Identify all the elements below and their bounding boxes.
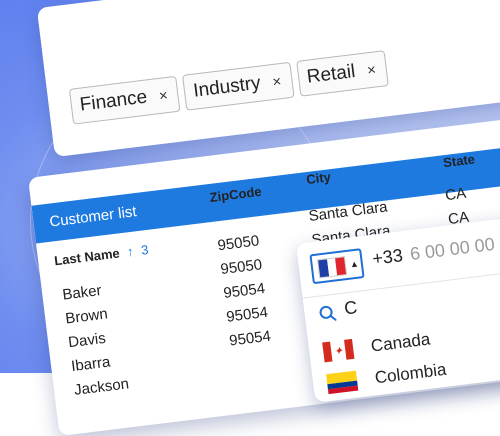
cell-zipcode: 95050 bbox=[219, 256, 264, 279]
tag-list: Finance × Industry × Retail × bbox=[68, 50, 389, 125]
list-title: Customer list bbox=[48, 203, 138, 231]
cell-zipcode: 95054 bbox=[222, 280, 266, 302]
column-label: Last Name bbox=[53, 245, 121, 269]
tag-industry[interactable]: Industry × bbox=[182, 61, 295, 111]
sort-arrow-icon: ↓ bbox=[337, 167, 346, 184]
cell-zipcode: 95054 bbox=[228, 327, 272, 350]
cell-state: CA bbox=[444, 184, 468, 205]
remove-tag-icon[interactable]: × bbox=[366, 61, 377, 79]
caret-up-icon: ▲ bbox=[349, 258, 360, 270]
column-header-last-name[interactable]: Last Name ↑ 3 bbox=[53, 242, 149, 268]
search-icon bbox=[318, 304, 339, 329]
country-search-input[interactable]: C bbox=[343, 297, 358, 319]
sort-arrow-icon: ↑ bbox=[126, 243, 135, 260]
phone-number-input[interactable]: 6 00 00 00 00 bbox=[409, 231, 500, 265]
dial-code: +33 bbox=[371, 245, 404, 269]
cell-last-name: Brown bbox=[64, 305, 109, 328]
country-name: Canada bbox=[369, 329, 432, 356]
column-label: City bbox=[305, 169, 332, 188]
canada-flag-icon: ✦ bbox=[322, 338, 355, 363]
sort-order: 3 bbox=[140, 241, 150, 258]
cell-zipcode: 95050 bbox=[216, 232, 261, 255]
country-name: Colombia bbox=[373, 359, 448, 388]
tag-label: Finance bbox=[78, 86, 149, 116]
colombia-flag-icon bbox=[326, 370, 359, 395]
remove-tag-icon[interactable]: × bbox=[158, 86, 169, 104]
tag-label: Industry bbox=[192, 72, 262, 102]
tag-label: Retail bbox=[305, 60, 357, 88]
tag-finance[interactable]: Finance × bbox=[68, 75, 181, 125]
france-flag-icon bbox=[316, 255, 348, 278]
sort-order: 1 bbox=[495, 147, 500, 164]
remove-tag-icon[interactable]: × bbox=[271, 73, 282, 91]
phone-input-panel: ▲ +33 6 00 00 00 00 C ✦ Canada Colombia bbox=[296, 214, 500, 403]
tag-retail[interactable]: Retail × bbox=[295, 50, 389, 97]
cell-zipcode: 95054 bbox=[225, 303, 269, 326]
cell-last-name: Davis bbox=[67, 329, 107, 352]
cell-last-name: Jackson bbox=[73, 375, 130, 399]
sort-arrow-icon: ↓ bbox=[481, 149, 490, 166]
cell-last-name: Baker bbox=[61, 281, 103, 304]
cell-last-name: Ibarra bbox=[70, 353, 112, 376]
country-select[interactable]: ▲ bbox=[309, 248, 365, 285]
